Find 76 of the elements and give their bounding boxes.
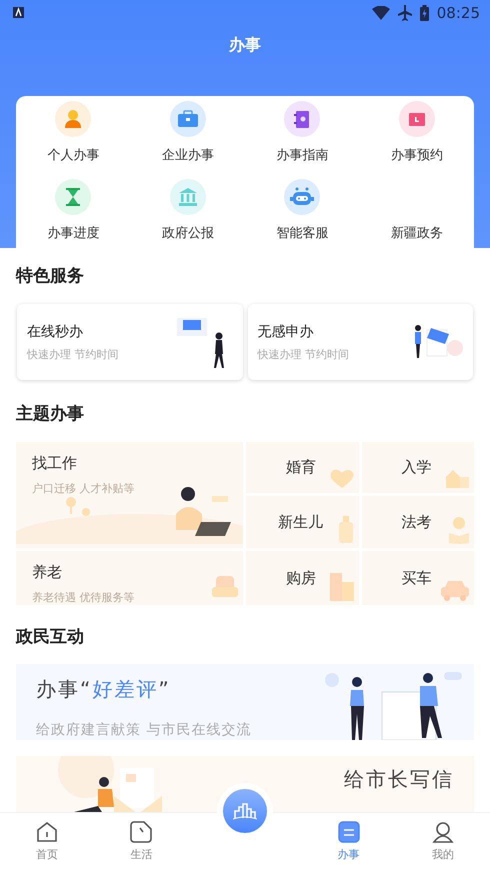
section-title: 政民互动	[14, 626, 85, 648]
book-icon	[294, 110, 310, 128]
buildings-icon	[328, 573, 354, 601]
topic-title: 婚育	[286, 458, 316, 477]
feature-title: 在线秒办	[27, 322, 84, 340]
topic-title: 养老	[32, 563, 63, 582]
city-skyline-icon	[233, 802, 257, 820]
government-building-icon	[178, 188, 198, 206]
service-label[interactable]: 办事预约	[390, 146, 443, 164]
airplane-icon	[398, 4, 412, 20]
status-time: 08:25	[436, 4, 480, 22]
robot-icon	[290, 187, 314, 207]
topic-title: 找工作	[32, 454, 78, 473]
section-title: 特色服务	[14, 265, 85, 287]
topic-title: 购房	[286, 568, 316, 588]
school-icon	[444, 467, 470, 489]
topic-title: 买车	[402, 568, 432, 588]
tab-label: 办事	[338, 847, 360, 862]
service-icon-circle[interactable]	[398, 101, 435, 137]
section-title: 主题办事	[15, 403, 85, 425]
service-icon-circle[interactable]	[55, 179, 92, 215]
service-label[interactable]: 企业办事	[162, 146, 214, 164]
topic-subtitle: 养老待遇 优待服务等	[32, 590, 136, 605]
feature-card[interactable]: 无感申办 快速办理 节约时间	[248, 304, 473, 380]
tab-item[interactable]: 首页	[0, 813, 94, 870]
service-icon-circle[interactable]	[284, 179, 320, 215]
person-icon	[64, 109, 82, 129]
topic-tile[interactable]: 法考	[362, 496, 474, 548]
calendar-icon	[408, 111, 426, 127]
topic-tile[interactable]: 入学	[362, 442, 474, 493]
topic-title: 法考	[402, 512, 432, 532]
tab-label: 我的	[432, 847, 454, 862]
topic-title: 入学	[402, 458, 432, 477]
tab-item[interactable]: 生活	[94, 813, 188, 870]
interaction-banner[interactable]: 办事“好差评” 给政府建言献策 与市民在线交流	[16, 664, 474, 740]
topic-tile[interactable]: 婚育	[246, 442, 358, 493]
service-label[interactable]: 办事指南	[276, 146, 328, 164]
reading-person-icon	[448, 516, 470, 544]
hourglass-icon	[65, 188, 82, 206]
center-action-button[interactable]	[223, 789, 267, 833]
briefcase-icon	[176, 110, 199, 128]
heart-icon	[328, 469, 354, 489]
service-label[interactable]: 个人办事	[47, 146, 100, 164]
feature-card[interactable]: 在线秒办 快速办理 节约时间	[17, 304, 242, 380]
user-icon	[432, 821, 454, 843]
home-icon	[36, 821, 58, 843]
tab-item[interactable]: 我的	[396, 813, 490, 870]
tab-label: 首页	[36, 847, 58, 862]
feature-title: 无感申办	[258, 322, 314, 340]
banner-title: 给市长写信	[344, 766, 455, 793]
service-label[interactable]: 智能客服	[276, 224, 328, 242]
feature-subtitle: 快速办理 节约时间	[27, 346, 118, 362]
service-label[interactable]: 办事进度	[47, 224, 100, 242]
car-icon	[440, 579, 470, 601]
topic-tile[interactable]: 购房	[246, 551, 358, 605]
topic-tile[interactable]: 买车	[362, 551, 474, 605]
topic-tile[interactable]: 养老 养老待遇 优待服务等	[16, 551, 243, 605]
notification-icon	[13, 7, 24, 18]
banner-subtitle: 给政府建言献策 与市民在线交流	[36, 721, 252, 739]
tab-label: 生活	[130, 847, 152, 862]
battery-icon	[420, 4, 429, 20]
service-icon-circle[interactable]	[55, 101, 92, 137]
service-icon-circle[interactable]	[170, 101, 206, 137]
topic-tile[interactable]: 新生儿	[246, 496, 358, 548]
page-title: 办事	[228, 35, 262, 56]
baby-bottle-icon	[336, 516, 354, 544]
service-icon-circle[interactable]	[284, 101, 320, 137]
topic-title: 新生儿	[278, 512, 323, 532]
document-icon	[338, 821, 360, 843]
topic-subtitle: 户口迁移 人才补贴等	[32, 481, 136, 496]
banner-title: 办事“好差评”	[36, 676, 172, 703]
topic-tile[interactable]: 找工作 户口迁移 人才补贴等	[16, 442, 243, 548]
service-label[interactable]: 政府公报	[162, 224, 214, 242]
wifi-icon	[372, 6, 390, 20]
feature-subtitle: 快速办理 节约时间	[258, 346, 349, 362]
service-label[interactable]: 新疆政务	[390, 224, 443, 242]
